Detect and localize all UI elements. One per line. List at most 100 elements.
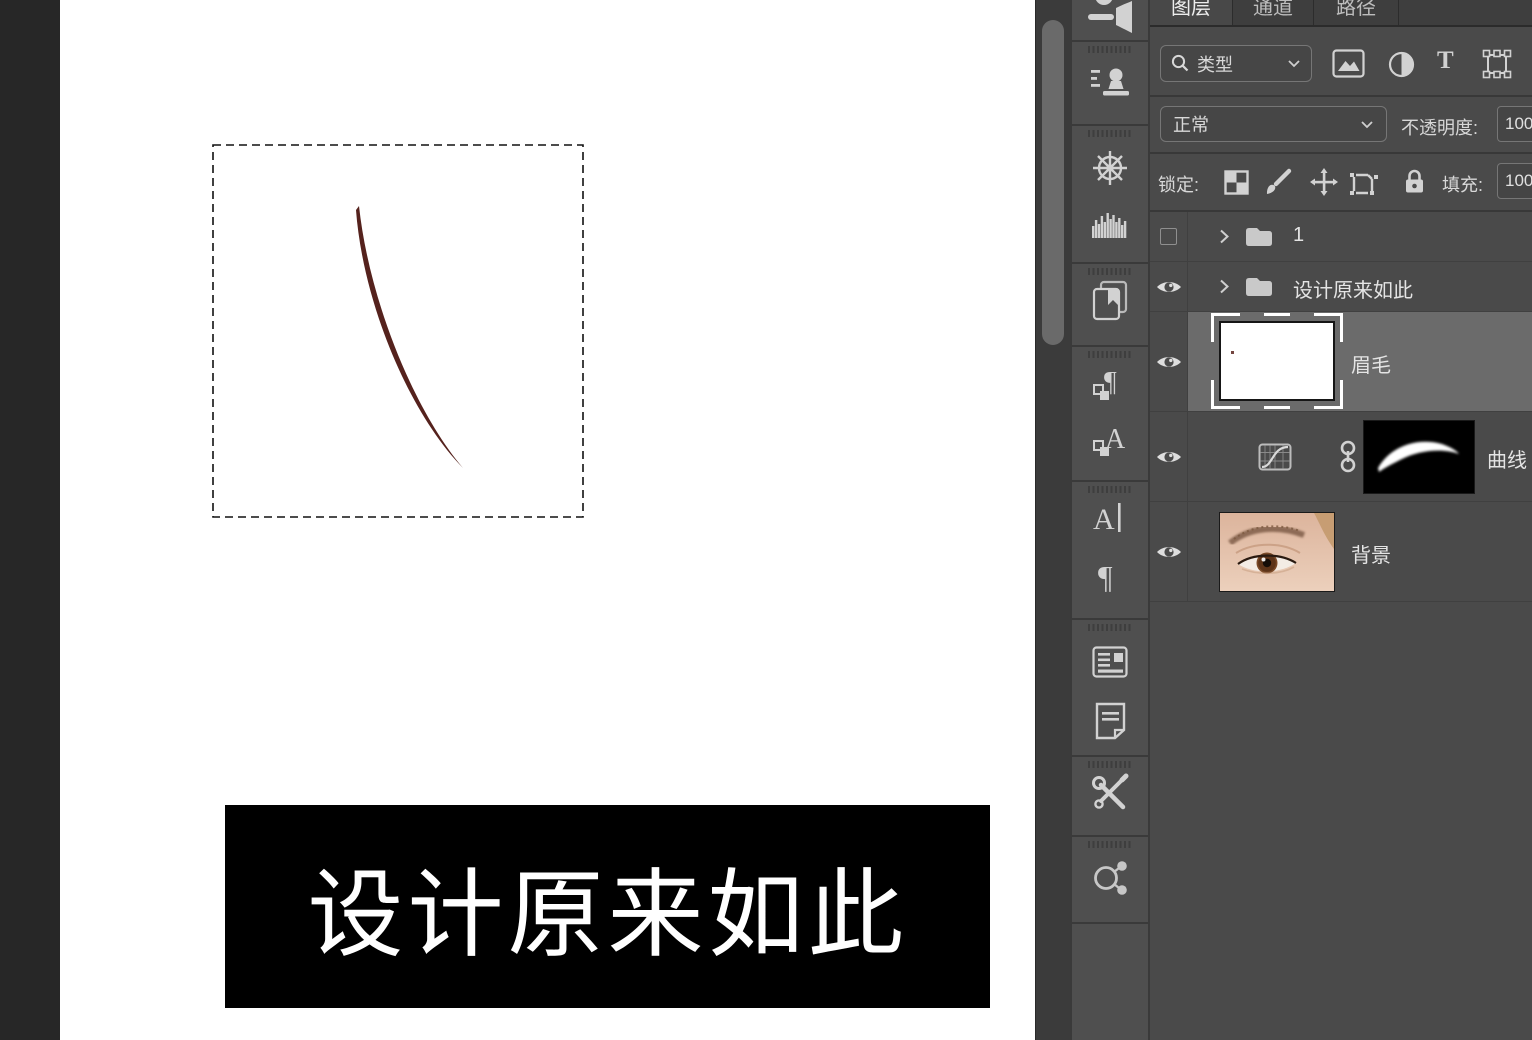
visibility-cell[interactable] bbox=[1150, 312, 1188, 411]
panel-grip-dots bbox=[1088, 624, 1132, 631]
svg-text:A: A bbox=[1093, 503, 1115, 536]
visibility-cell[interactable] bbox=[1150, 212, 1188, 261]
layer-name: 设计原来如此 bbox=[1293, 274, 1413, 303]
character-styles-icon[interactable]: A bbox=[1092, 419, 1128, 464]
lock-artboard-icon[interactable] bbox=[1349, 169, 1379, 197]
share-nodes-icon[interactable] bbox=[1089, 857, 1131, 904]
character-panel-icon[interactable]: A bbox=[1091, 500, 1129, 541]
histogram-icon[interactable] bbox=[1092, 210, 1128, 243]
dock-group-brush bbox=[1072, 0, 1148, 40]
chevron-down-icon bbox=[1360, 120, 1374, 129]
dock-group-text-styles: ¶ A bbox=[1072, 347, 1148, 480]
thumbnail-hair-dot bbox=[1231, 351, 1234, 354]
folder-icon bbox=[1245, 226, 1273, 247]
tab-channels[interactable]: 通道 bbox=[1233, 0, 1314, 25]
panel-icon-dock: ¶ A A ¶ bbox=[1070, 0, 1150, 1040]
chevron-right-icon[interactable] bbox=[1218, 278, 1230, 295]
blend-mode-select[interactable]: 正常 bbox=[1160, 106, 1387, 142]
layer-list: 1 bbox=[1150, 212, 1532, 602]
layer-row-group-design[interactable]: 设计原来如此 bbox=[1150, 262, 1532, 312]
blend-mode-value: 正常 bbox=[1173, 111, 1209, 137]
layer-name: 1 bbox=[1293, 224, 1304, 247]
layer-thumbnail[interactable] bbox=[1219, 321, 1335, 401]
visibility-cell[interactable] bbox=[1150, 412, 1188, 501]
lock-all-icon[interactable] bbox=[1403, 167, 1426, 195]
pasteboard-left bbox=[0, 0, 60, 1040]
dock-group-type-panels: A ¶ bbox=[1072, 482, 1148, 618]
chevron-right-icon[interactable] bbox=[1218, 228, 1230, 245]
blend-mode-row: 正常 不透明度: 100 bbox=[1150, 97, 1532, 154]
visibility-cell[interactable] bbox=[1150, 262, 1188, 311]
dock-group-tools bbox=[1072, 757, 1148, 835]
vertical-scrollbar-thumb[interactable] bbox=[1042, 20, 1064, 345]
eye-icon[interactable] bbox=[1156, 449, 1182, 465]
layer-name: 曲线 bbox=[1487, 444, 1527, 473]
panel-grip-dots bbox=[1088, 761, 1132, 768]
paragraph-styles-icon[interactable]: ¶ bbox=[1092, 363, 1128, 408]
fill-label: 填充: bbox=[1442, 171, 1483, 197]
filter-type-dropdown[interactable]: 类型 bbox=[1160, 45, 1312, 82]
paragraph-panel-icon[interactable]: ¶ bbox=[1095, 558, 1125, 599]
pixel-filter-icon[interactable] bbox=[1332, 49, 1365, 78]
layers-panel: 图层 通道 路径 类型 bbox=[1150, 0, 1532, 1040]
lock-transparency-icon[interactable] bbox=[1224, 170, 1249, 195]
dock-group-libraries bbox=[1072, 264, 1148, 345]
type-filter-icon[interactable]: T bbox=[1437, 47, 1454, 75]
thumb-bracket bbox=[1264, 313, 1290, 316]
layer-filter-row: 类型 T bbox=[1150, 27, 1532, 97]
layer-row-curves[interactable]: 曲线 bbox=[1150, 412, 1532, 502]
navigator-wheel-icon[interactable] bbox=[1090, 148, 1130, 193]
brush-settings-icon[interactable] bbox=[1086, 0, 1134, 40]
panel-grip-dots bbox=[1088, 268, 1132, 275]
layer-row-eyebrow[interactable]: 眉毛 bbox=[1150, 312, 1532, 412]
layer-row-group-1[interactable]: 1 bbox=[1150, 212, 1532, 262]
panel-grip-dots bbox=[1088, 130, 1132, 137]
folder-icon bbox=[1245, 276, 1273, 297]
panel-grip-dots bbox=[1088, 841, 1132, 848]
curves-icon[interactable] bbox=[1258, 443, 1292, 471]
fill-input[interactable]: 100 bbox=[1497, 163, 1532, 199]
panel-grip-dots bbox=[1088, 351, 1132, 358]
thumb-bracket bbox=[1211, 380, 1240, 409]
mask-thumbnail[interactable] bbox=[1363, 420, 1475, 494]
shape-filter-icon[interactable] bbox=[1482, 49, 1512, 79]
layer-row-background[interactable]: 背景 bbox=[1150, 502, 1532, 602]
search-icon bbox=[1171, 54, 1190, 73]
layer-name: 眉毛 bbox=[1351, 349, 1391, 378]
dock-group-clone bbox=[1072, 42, 1148, 124]
lock-paint-icon[interactable] bbox=[1264, 168, 1292, 196]
libraries-icon[interactable] bbox=[1090, 280, 1130, 327]
eye-icon[interactable] bbox=[1156, 544, 1182, 560]
filter-type-label: 类型 bbox=[1197, 51, 1233, 77]
lock-position-icon[interactable] bbox=[1310, 168, 1338, 196]
hidden-eye-box[interactable] bbox=[1160, 228, 1177, 245]
notes-icon[interactable] bbox=[1092, 702, 1128, 745]
tab-layers[interactable]: 图层 bbox=[1150, 0, 1233, 25]
tools-icon[interactable] bbox=[1089, 773, 1131, 820]
thumb-bracket bbox=[1264, 406, 1290, 409]
layer-thumbnail-photo[interactable] bbox=[1219, 512, 1335, 592]
adjustment-filter-icon[interactable] bbox=[1388, 51, 1415, 78]
selection-marquee bbox=[210, 142, 590, 522]
vertical-scrollbar-track[interactable] bbox=[1035, 0, 1071, 1040]
dock-group-nav-hist bbox=[1072, 126, 1148, 262]
eye-icon[interactable] bbox=[1156, 279, 1182, 295]
thumb-bracket bbox=[1314, 380, 1343, 409]
opacity-label: 不透明度: bbox=[1401, 114, 1478, 140]
visibility-cell[interactable] bbox=[1150, 502, 1188, 601]
eye-icon[interactable] bbox=[1156, 354, 1182, 370]
tab-paths[interactable]: 路径 bbox=[1314, 0, 1399, 25]
banner-artwork: 设计原来如此 bbox=[225, 805, 990, 1008]
svg-text:¶: ¶ bbox=[1098, 559, 1113, 594]
opacity-input[interactable]: 100 bbox=[1497, 106, 1532, 142]
layer-name: 背景 bbox=[1351, 539, 1391, 568]
document-canvas[interactable]: 设计原来如此 bbox=[60, 0, 1035, 1040]
lock-label: 锁定: bbox=[1158, 171, 1199, 197]
link-icon[interactable] bbox=[1338, 439, 1358, 475]
glyphs-card-icon[interactable] bbox=[1092, 646, 1128, 683]
eyebrow-hair-stroke bbox=[356, 206, 463, 468]
clone-source-icon[interactable] bbox=[1090, 64, 1130, 107]
panel-grip-dots bbox=[1088, 486, 1132, 493]
chevron-down-icon bbox=[1287, 59, 1301, 68]
thumb-bracket bbox=[1211, 313, 1240, 342]
